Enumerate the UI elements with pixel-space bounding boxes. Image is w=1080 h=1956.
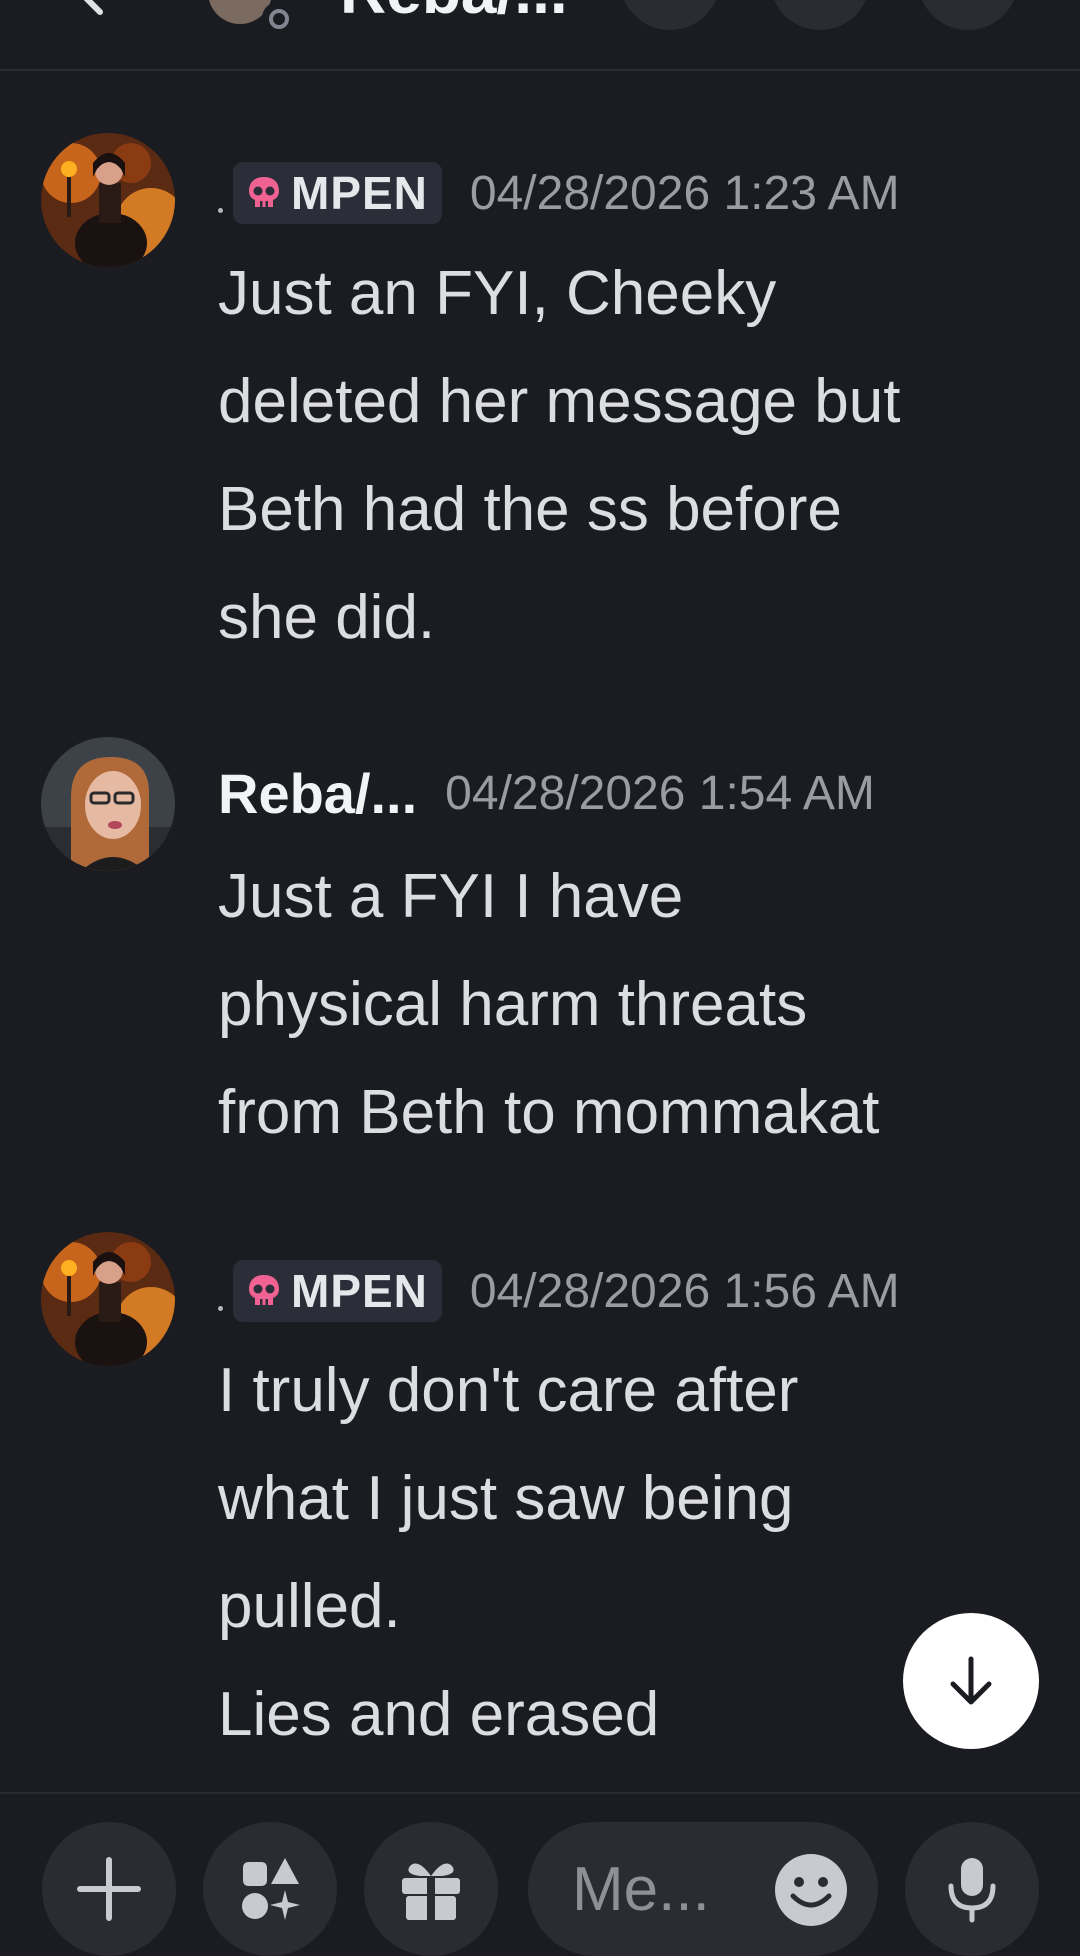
voice-message-button[interactable] xyxy=(905,1822,1039,1956)
apps-icon xyxy=(242,1858,300,1920)
avatar[interactable] xyxy=(41,737,175,871)
scroll-to-bottom-button[interactable] xyxy=(903,1613,1039,1749)
server-tag[interactable]: MPEN xyxy=(233,162,442,224)
message-input[interactable]: Me... xyxy=(528,1822,878,1956)
message-content: Just an FYI, Cheeky deleted her message … xyxy=(218,240,1048,672)
apps-button[interactable] xyxy=(203,1822,337,1956)
emoji-icon[interactable] xyxy=(773,1852,849,1928)
message-line: Just an FYI, Cheeky xyxy=(218,259,777,328)
skull-icon xyxy=(249,1275,279,1305)
message-line: Beth had the ss before xyxy=(218,475,842,544)
avatar[interactable] xyxy=(41,1232,175,1366)
channel-header: Reba/... xyxy=(0,0,1080,71)
message-line: she did. xyxy=(218,583,436,652)
separator-dot xyxy=(218,1305,223,1311)
message-header: Reba/... 04/28/2026 1:54 AM xyxy=(218,758,875,828)
separator-dot xyxy=(218,207,223,213)
plus-icon xyxy=(77,1857,141,1921)
header-divider xyxy=(0,69,1080,71)
message-composer: Me... xyxy=(0,1794,1080,1956)
message-line: Just a FYI I have xyxy=(218,862,684,931)
author-name[interactable]: Reba/... xyxy=(218,761,417,826)
message-content: Just a FYI I have physical harm threats … xyxy=(218,843,1048,1167)
avatar[interactable] xyxy=(41,133,175,267)
video-button[interactable] xyxy=(770,0,870,30)
message-line: physical harm threats xyxy=(218,970,808,1039)
message-line: I truly don't care after xyxy=(218,1356,799,1425)
message-line: from Beth to mommakat xyxy=(218,1078,880,1147)
message-input-placeholder: Me... xyxy=(572,1854,710,1924)
timestamp: 04/28/2026 1:56 AM xyxy=(469,1264,900,1318)
message-line: deleted her message but xyxy=(218,367,901,436)
search-button[interactable] xyxy=(918,0,1018,30)
server-tag[interactable]: MPEN xyxy=(233,1260,442,1322)
gift-button[interactable] xyxy=(364,1822,498,1956)
back-arrow-icon[interactable] xyxy=(60,0,120,20)
gift-icon xyxy=(402,1863,460,1920)
timestamp: 04/28/2026 1:23 AM xyxy=(469,166,900,220)
add-attachment-button[interactable] xyxy=(42,1822,176,1956)
microphone-icon xyxy=(948,1858,996,1923)
message-header: MPEN 04/28/2026 1:56 AM xyxy=(218,1256,900,1326)
status-indicator-icon xyxy=(262,2,294,34)
message-header: MPEN 04/28/2026 1:23 AM xyxy=(218,158,900,228)
call-button[interactable] xyxy=(620,0,720,30)
timestamp: 04/28/2026 1:54 AM xyxy=(445,766,875,820)
header-title[interactable]: Reba/... xyxy=(340,0,568,28)
arrow-down-icon xyxy=(950,1656,992,1705)
message-line: what I just saw being xyxy=(218,1464,794,1533)
skull-icon xyxy=(249,177,279,207)
